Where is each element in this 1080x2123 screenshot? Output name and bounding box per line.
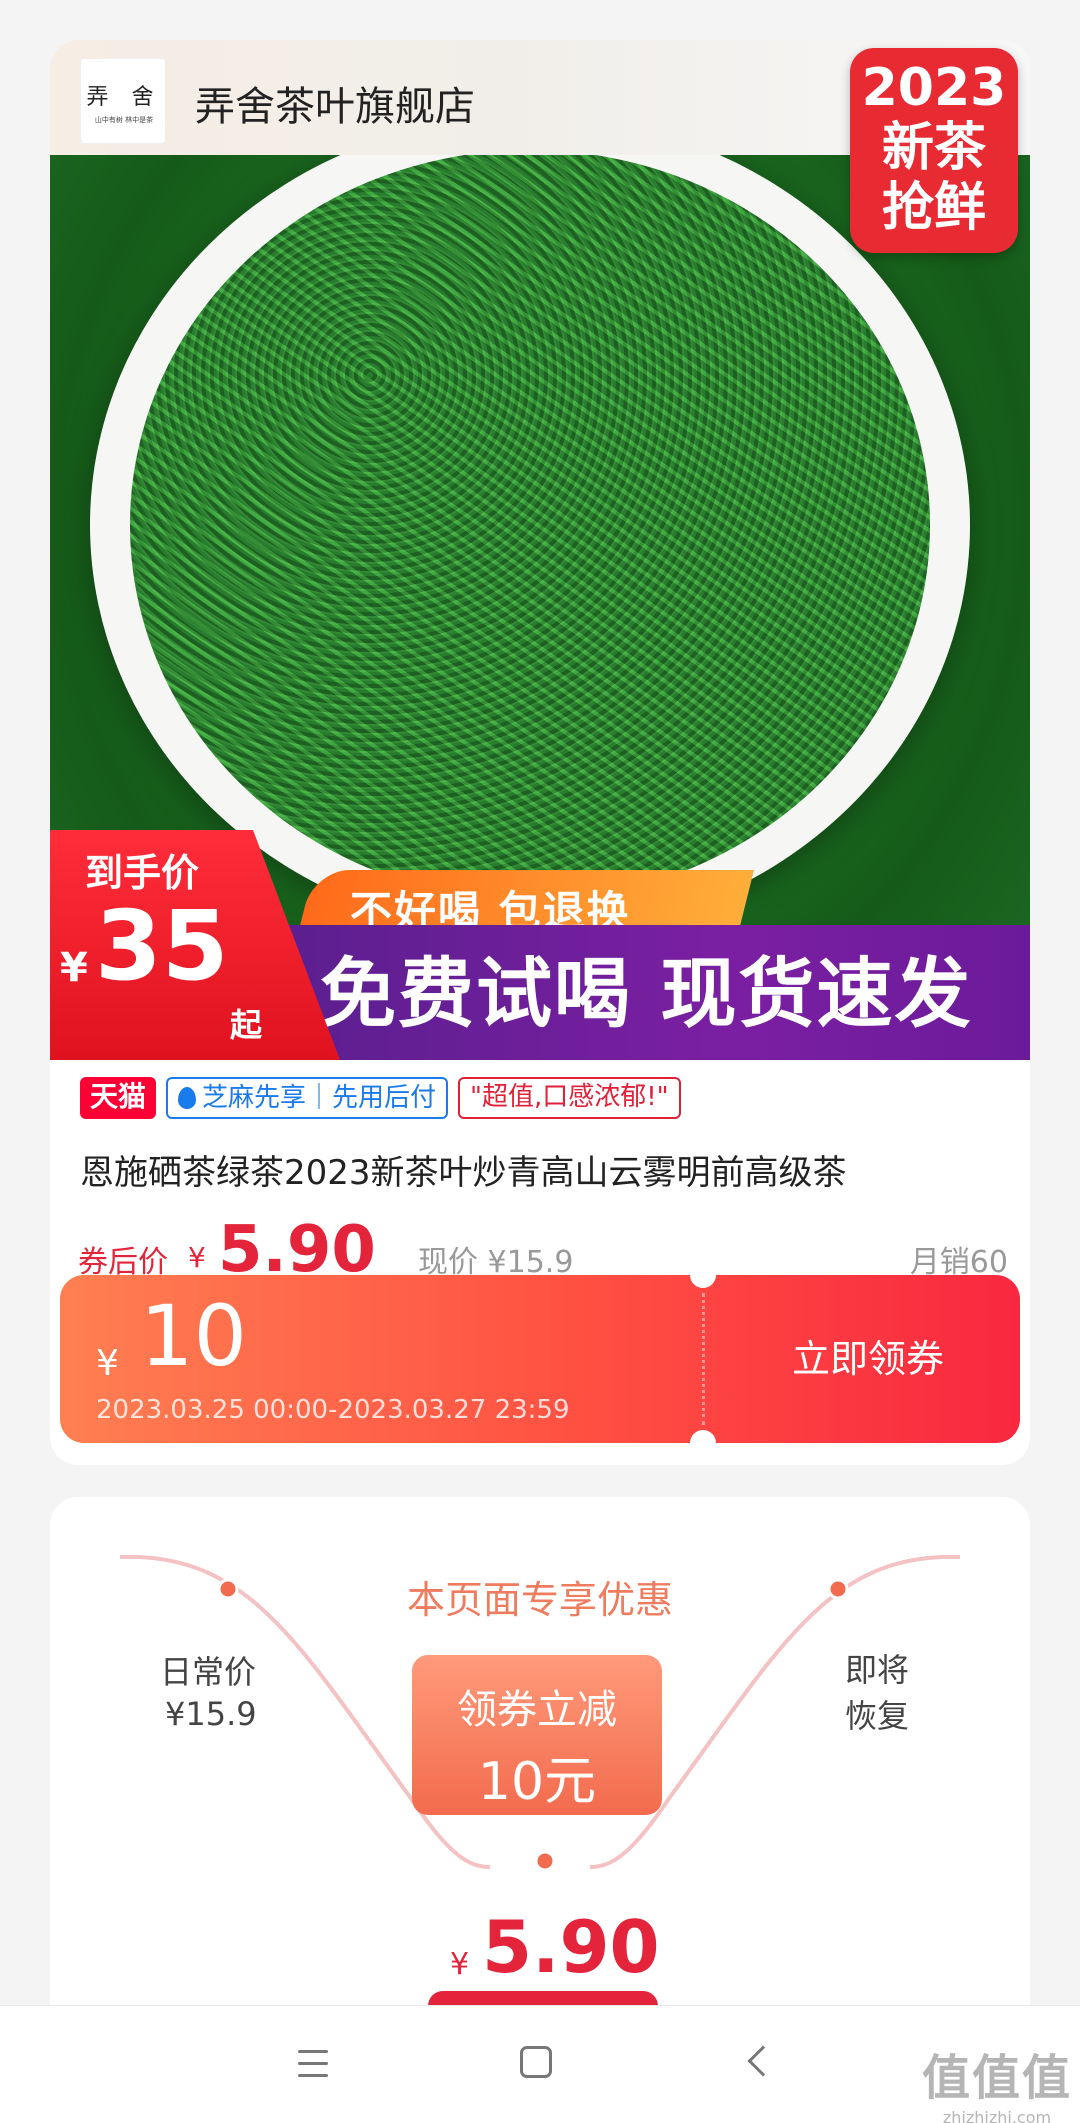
store-name[interactable]: 弄舍茶叶旗舰店 xyxy=(195,74,475,132)
restore-soon: 即将 恢复 xyxy=(845,1647,909,1739)
promo-band-text: 免费试喝 现货速发 xyxy=(320,949,973,1038)
coupon-divider xyxy=(702,1293,705,1425)
exclusive-final-price: 5.90 xyxy=(482,1905,660,1989)
coupon-amount: 10 xyxy=(140,1287,247,1385)
final-price-label: 到手价 xyxy=(85,851,200,895)
exclusive-offer-title: 本页面专享优惠 xyxy=(406,1578,673,1622)
watermark-url: zhizhizhi.com xyxy=(942,2108,1052,2123)
badge-fresh: 抢鲜 xyxy=(881,178,986,238)
coupon-notch-bottom xyxy=(690,1430,716,1443)
product-tags: 天猫 芝麻先享｜先用后付 "超值,口感浓郁!" xyxy=(80,1077,681,1119)
tmall-tag: 天猫 xyxy=(80,1077,157,1119)
claim-coupon-button[interactable]: 立即领券 xyxy=(716,1275,1020,1443)
zhima-tag: 芝麻先享｜先用后付 xyxy=(166,1077,449,1119)
zhima-tag-label: 芝麻先享｜先用后付 xyxy=(202,1083,437,1113)
daily-price-label: 日常价 xyxy=(160,1653,257,1691)
coupon-validity: 2023.03.25 00:00-2023.03.27 23:59 xyxy=(96,1395,570,1425)
final-price-yen: ¥ xyxy=(60,945,88,991)
final-price-suffix: 起 xyxy=(230,1006,263,1044)
coupon-card[interactable]: ¥ 10 2023.03.25 00:00-2023.03.27 23:59 立… xyxy=(60,1275,1020,1443)
store-logo[interactable]: 弄 舍 山中有树 林中是茶 xyxy=(80,58,166,144)
daily-price: ¥15.9 xyxy=(165,1695,257,1733)
final-price-value: 35 xyxy=(95,890,229,1002)
home-button[interactable] xyxy=(520,2046,552,2078)
reduce-line2: 10元 xyxy=(477,1752,597,1812)
badge-new-tea: 新茶 xyxy=(881,118,986,178)
sesame-drop-icon xyxy=(178,1087,197,1109)
system-nav-bar xyxy=(0,2005,1080,2123)
coupon-reduce-box: 领券立减 10元 xyxy=(412,1655,662,1815)
back-button[interactable] xyxy=(747,2045,779,2077)
product-card: 弄 舍 山中有树 林中是茶 弄舍茶叶旗舰店 2023 新茶 抢鲜 不好喝 包退换… xyxy=(50,40,1030,1465)
watermark: 值值值 zhizhizhi.com xyxy=(922,2038,1072,2123)
new-tea-badge: 2023 新茶 抢鲜 xyxy=(850,48,1018,253)
restore-line1: 即将 xyxy=(845,1651,910,1689)
reduce-line1: 领券立减 xyxy=(457,1687,617,1733)
coupon-notch-top xyxy=(690,1275,716,1288)
store-logo-tagline: 山中有树 林中是茶 xyxy=(94,116,154,124)
store-logo-chars: 弄 舍 xyxy=(86,85,162,110)
watermark-logo: 值值值 xyxy=(921,2050,1072,2106)
coupon-yen: ¥ xyxy=(96,1343,119,1384)
review-quote-tag: "超值,口感浓郁!" xyxy=(458,1077,681,1119)
exclusive-final-yen: ¥ xyxy=(450,1947,470,1982)
exclusive-offer-card: 本页面专享优惠 日常价 ¥15.9 即将 恢复 领券立减 10元 ¥ 5.90 xyxy=(50,1497,1030,2017)
restore-line2: 恢复 xyxy=(845,1697,910,1735)
coupon-price-yen: ¥ xyxy=(188,1241,206,1274)
badge-year: 2023 xyxy=(861,58,1007,118)
product-title[interactable]: 恩施硒茶绿茶2023新茶叶炒青高山云雾明前高级茶 xyxy=(80,1145,1000,1194)
recent-apps-button[interactable] xyxy=(298,2050,328,2078)
tea-leaves-texture xyxy=(130,155,930,900)
